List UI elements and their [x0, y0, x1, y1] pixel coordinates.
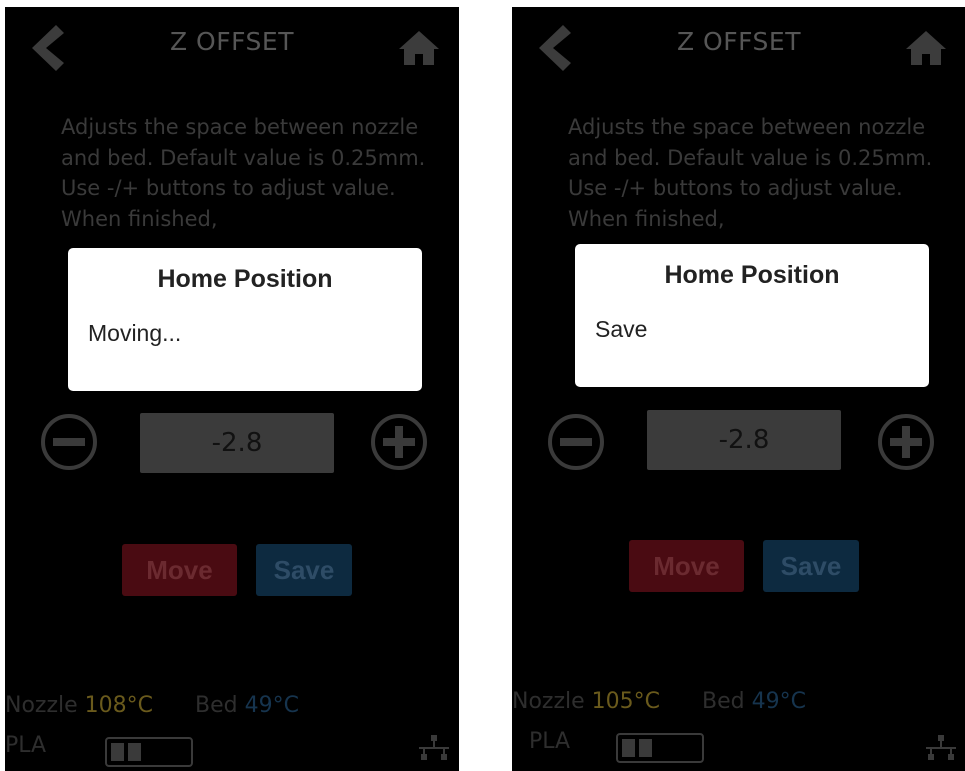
filament-toggle[interactable] [105, 737, 193, 767]
filament-type: PLA [5, 733, 47, 758]
home-position-dialog: Home Position Moving... [68, 248, 422, 391]
home-icon[interactable] [397, 29, 441, 67]
decrease-button[interactable] [546, 412, 606, 472]
nozzle-temp: 105°C [591, 689, 661, 714]
save-button[interactable]: Save [763, 540, 859, 592]
increase-button[interactable] [876, 412, 936, 472]
network-icon [419, 735, 449, 760]
home-icon[interactable] [904, 29, 948, 67]
nozzle-temp: 108°C [84, 693, 154, 718]
dialog-title: Home Position [157, 265, 333, 293]
page-title: Z OFFSET [169, 27, 294, 56]
bed-temp: 49°C [751, 689, 806, 714]
filament-toggle[interactable] [616, 733, 704, 763]
bed-label: Bed [702, 689, 745, 714]
filament-type: PLA [529, 729, 571, 754]
description-text: Adjusts the space between nozzle and bed… [568, 115, 933, 231]
z-offset-value: -2.8 [647, 410, 841, 470]
nozzle-label: Nozzle [5, 693, 78, 718]
screen-moving: Z OFFSET Adjusts the space between nozzl… [5, 7, 459, 771]
temperature-status: Nozzle 108°C Bed 49°C [5, 693, 299, 718]
move-button[interactable]: Move [122, 544, 237, 596]
page-title: Z OFFSET [676, 27, 801, 56]
z-offset-value: -2.8 [140, 413, 334, 473]
move-button[interactable]: Move [629, 540, 744, 592]
bed-label: Bed [195, 693, 238, 718]
nozzle-label: Nozzle [512, 689, 585, 714]
save-button[interactable]: Save [256, 544, 352, 596]
description-text: Adjusts the space between nozzle and bed… [61, 115, 426, 231]
dialog-message: Moving... [88, 320, 182, 346]
temperature-status: Nozzle 105°C Bed 49°C [512, 689, 806, 714]
decrease-button[interactable] [39, 412, 99, 472]
screen-save: Z OFFSET Adjusts the space between nozzl… [512, 7, 965, 771]
bed-temp: 49°C [244, 693, 299, 718]
network-icon [926, 735, 956, 760]
dialog-message: Save [595, 316, 648, 342]
dialog-title: Home Position [664, 261, 840, 289]
home-position-dialog: Home Position Save [575, 244, 929, 387]
increase-button[interactable] [369, 412, 429, 472]
